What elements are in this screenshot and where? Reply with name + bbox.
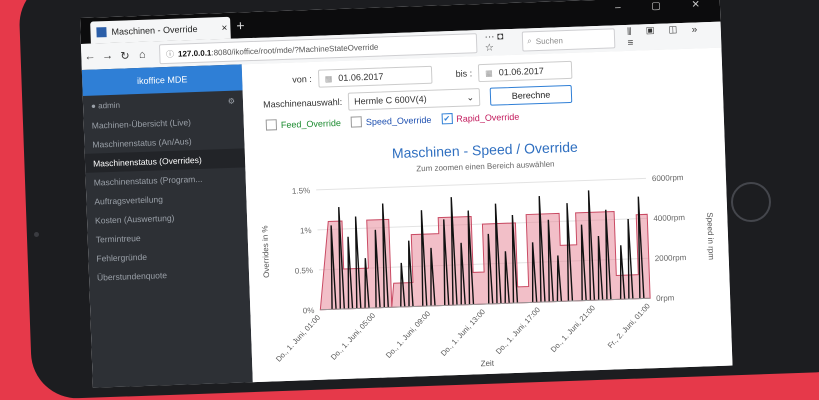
y-right-axis-label: Speed in rpm	[705, 212, 716, 260]
y-right-tick-label: 6000rpm	[652, 173, 684, 183]
browser-search-input[interactable]: ⌕ Suchen	[521, 28, 616, 52]
y-right-tick-label: 4000rpm	[653, 213, 685, 223]
y-left-tick-label: 1%	[300, 226, 312, 235]
from-date-value: 01.06.2017	[338, 71, 384, 84]
toolbar-icons[interactable]: ⫴ ▣ ◫ » ≡	[627, 24, 721, 49]
machine-select-value: Hermle C 600V(4)	[353, 93, 427, 107]
calendar-icon: ▦	[324, 73, 333, 83]
back-icon[interactable]: ←	[81, 50, 99, 63]
x-tick-label: Do., 1. Juni, 05:00	[329, 311, 377, 362]
calculate-button[interactable]: Berechne	[489, 84, 573, 106]
machine-select[interactable]: Hermle C 600V(4) ⌄	[347, 88, 481, 111]
forward-icon[interactable]: →	[99, 50, 117, 63]
calendar-icon: ▦	[485, 68, 493, 78]
tab-close-button[interactable]: ×	[218, 22, 230, 33]
sidebar: ikoffice MDE ● admin ⚙ Machinen-Übersich…	[81, 64, 253, 388]
search-placeholder: Suchen	[535, 35, 564, 46]
speed-override-label[interactable]: Speed_Override	[366, 114, 432, 126]
x-tick-label: Fr., 2. Juni, 01:00	[606, 301, 652, 350]
x-axis-label: Zeit	[480, 359, 494, 368]
x-tick-label: Do., 1. Juni, 01:00	[274, 313, 322, 364]
info-icon: ⓘ	[165, 49, 175, 59]
rapid-override-checkbox[interactable]: ✔	[441, 113, 453, 125]
from-label: von :	[292, 73, 312, 85]
favicon-icon	[96, 27, 107, 38]
y-left-tick-label: 0%	[303, 306, 315, 315]
x-tick-label: Do., 1. Juni, 09:00	[384, 309, 432, 360]
tablet-camera	[34, 232, 39, 237]
main-content: von : ▦ 01.06.2017 bis : ▦ 01.06.2017 Ma…	[241, 47, 733, 385]
reload-icon[interactable]: ↻	[116, 49, 134, 63]
tab-title: Maschinen - Override	[111, 23, 198, 37]
chevron-down-icon: ⌄	[466, 91, 475, 103]
user-name: admin	[97, 100, 121, 110]
to-label: bis :	[455, 68, 473, 79]
feed-override-label[interactable]: Feed_Override	[281, 117, 341, 129]
machine-filter-row: Maschinenauswahl: Hermle C 600V(4) ⌄ Ber…	[262, 84, 573, 114]
to-date-input[interactable]: ▦ 01.06.2017	[477, 60, 573, 83]
y-left-tick-label: 1.5%	[292, 186, 311, 196]
home-icon[interactable]: ⌂	[133, 49, 151, 62]
y-left-axis-label: Overrides in %	[260, 225, 271, 278]
url-host: 127.0.0.1	[177, 47, 212, 59]
gear-icon[interactable]: ⚙	[228, 96, 235, 105]
y-right-tick-label: 0rpm	[656, 293, 675, 303]
new-tab-button[interactable]: +	[236, 17, 245, 33]
page-actions[interactable]: ··· ◘ ☆	[484, 31, 514, 54]
gridline	[316, 177, 646, 191]
x-tick-label: Do., 1. Juni, 21:00	[549, 303, 597, 354]
search-icon: ⌕	[527, 36, 532, 46]
y-right-tick-label: 2000rpm	[655, 253, 687, 263]
window-controls[interactable]: – ▢ ✕	[615, 0, 714, 13]
x-tick-label: Do., 1. Juni, 13:00	[439, 307, 487, 358]
machine-label: Maschinenauswahl:	[262, 96, 343, 110]
rapid-override-label[interactable]: Rapid_Override	[456, 111, 519, 123]
override-checkbox-row: Feed_Override Speed_Override ✔ Rapid_Ove…	[256, 111, 520, 131]
tablet-screen: Maschinen - Override × + – ▢ ✕ ← → ↻ ⌂ ⓘ…	[80, 0, 733, 388]
feed-override-checkbox[interactable]	[265, 119, 278, 131]
to-date-value: 01.06.2017	[498, 65, 544, 78]
url-path: :8080/ikoffice/root/mde/?MachineStateOve…	[211, 42, 379, 57]
tablet-home-button[interactable]	[731, 182, 771, 222]
from-date-input[interactable]: ▦ 01.06.2017	[317, 65, 433, 88]
override-speed-chart[interactable]: 0% 0.5% 1% 1.5% 0rpm 2000rpm 4000rpm 6000rpm Do.…	[246, 166, 733, 383]
user-icon: ●	[90, 101, 97, 111]
sidebar-menu: Machinen-Übersicht (Live) Maschinenstatus…	[83, 110, 249, 286]
date-filter-row: von : ▦ 01.06.2017 bis : ▦ 01.06.2017	[292, 60, 573, 89]
x-tick-label: Do., 1. Juni, 17:00	[494, 305, 542, 356]
speed-override-checkbox[interactable]	[350, 116, 363, 128]
y-left-tick-label: 0.5%	[295, 266, 314, 276]
